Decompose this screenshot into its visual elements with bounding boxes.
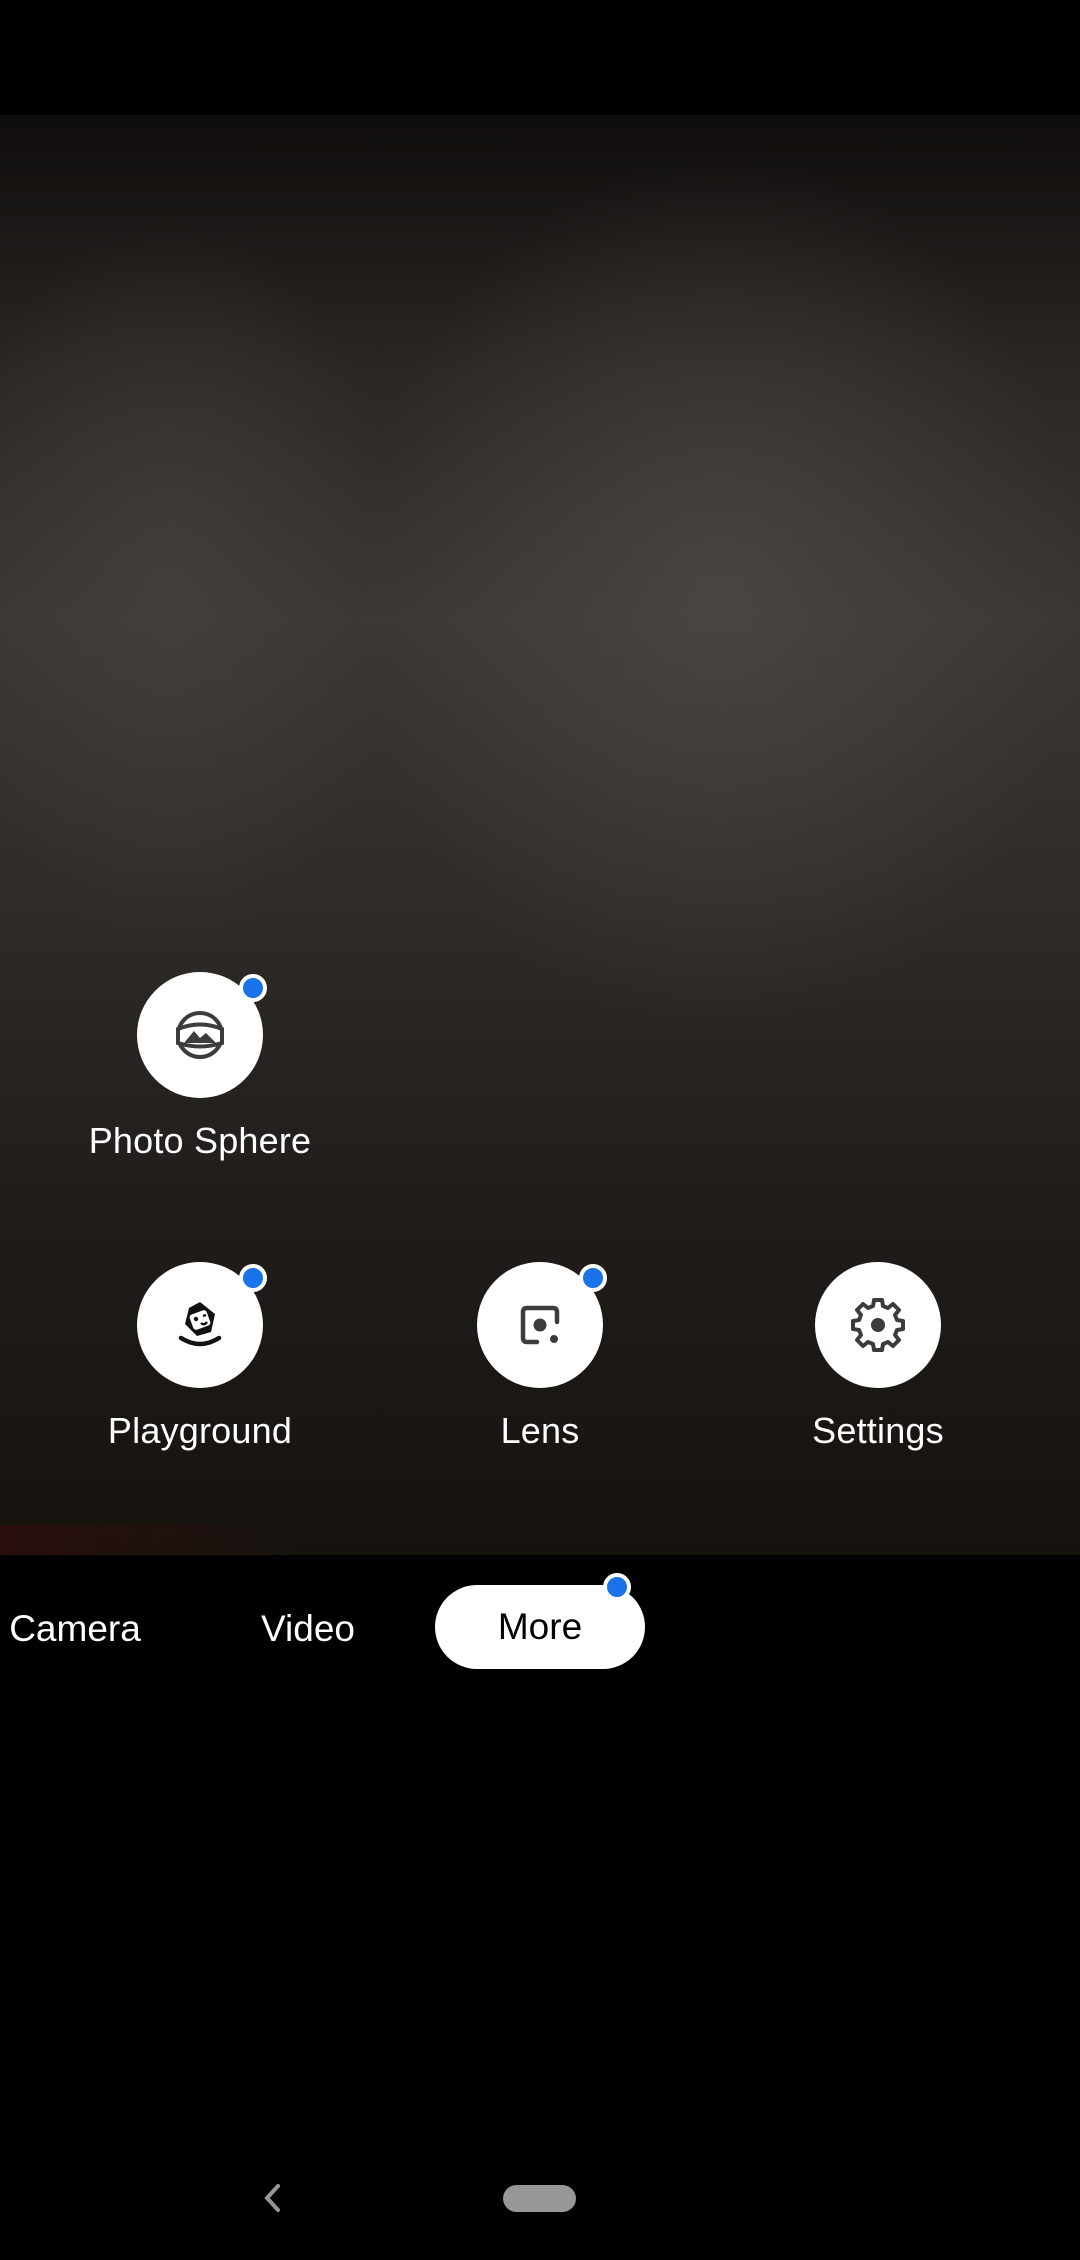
lens-icon <box>520 1305 560 1345</box>
home-pill[interactable] <box>503 2185 576 2212</box>
settings-button[interactable] <box>815 1262 941 1388</box>
back-icon <box>264 2184 280 2212</box>
new-feature-badge <box>239 1264 267 1292</box>
lens-button[interactable] <box>477 1262 607 1388</box>
new-feature-badge <box>603 1573 631 1601</box>
gear-icon <box>851 1298 905 1352</box>
tab-more[interactable]: More <box>435 1573 645 1669</box>
tab-video[interactable]: Video <box>261 1608 355 1650</box>
playground-button[interactable] <box>137 1262 267 1388</box>
new-feature-badge <box>579 1264 607 1292</box>
new-feature-badge <box>239 974 267 1002</box>
lens-label: Lens <box>500 1410 580 1451</box>
photo-sphere-button[interactable] <box>137 972 267 1098</box>
back-button[interactable] <box>258 2180 288 2216</box>
tab-camera[interactable]: Camera <box>9 1608 141 1650</box>
tab-more-label: More <box>497 1606 583 1647</box>
camera-mode-bar: Camera Video More <box>0 1560 1080 1700</box>
photo-sphere-label: Photo Sphere <box>88 1120 312 1161</box>
playground-icon <box>178 1302 222 1347</box>
photo-sphere-icon <box>176 1011 224 1059</box>
playground-label: Playground <box>107 1410 293 1451</box>
system-navigation-bar <box>0 2140 1080 2260</box>
settings-label: Settings <box>812 1410 944 1451</box>
